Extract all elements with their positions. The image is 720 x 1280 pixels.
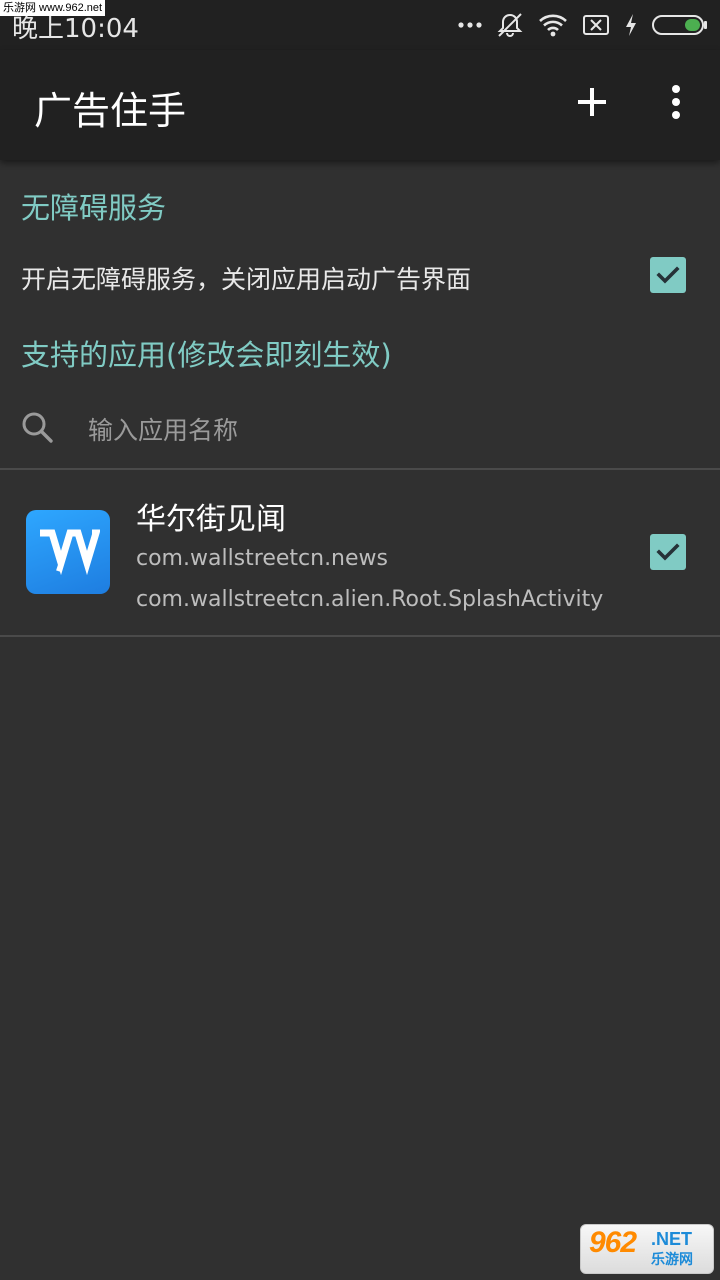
- check-icon: [656, 543, 680, 561]
- battery-icon: [652, 14, 708, 36]
- add-button[interactable]: [570, 80, 614, 124]
- silent-bell-icon: [496, 11, 524, 39]
- more-vert-icon: [672, 85, 680, 119]
- more-dots-icon: [458, 21, 482, 29]
- watermark-logo-number: 962: [589, 1226, 637, 1259]
- accessibility-toggle-row[interactable]: 开启无障碍服务，关闭应用启动广告界面: [0, 240, 720, 312]
- app-screen: 晚上10:04 乐游网 www.962.net 广告住手 无障碍服务 开启无障碍…: [0, 0, 720, 1280]
- supported-apps-section-header: 支持的应用(修改会即刻生效): [21, 338, 392, 372]
- status-icons: [458, 10, 708, 40]
- no-sim-icon: [582, 14, 610, 36]
- watermark-logo-suffix: .NET: [651, 1229, 693, 1249]
- overflow-menu-button[interactable]: [654, 80, 698, 124]
- watermark-text: 乐游网 www.962.net: [0, 0, 106, 16]
- app-search-input[interactable]: [88, 410, 648, 450]
- watermark-logo-text: 乐游网: [651, 1251, 693, 1267]
- app-bar: 广告住手: [0, 50, 720, 160]
- status-bar: 晚上10:04 乐游网 www.962.net: [0, 0, 720, 50]
- charging-bolt-icon: [624, 13, 638, 37]
- wallstreetcn-app-icon: [26, 510, 110, 594]
- accessibility-toggle-label: 开启无障碍服务，关闭应用启动广告界面: [21, 265, 472, 294]
- app-enabled-checkbox[interactable]: [650, 534, 686, 570]
- search-icon: [20, 410, 54, 448]
- app-title: 广告住手: [34, 89, 187, 133]
- search-row: [0, 392, 720, 468]
- app-splash-activity: com.wallstreetcn.alien.Root.SplashActivi…: [136, 587, 604, 612]
- watermark-logo: 962 .NET 乐游网: [580, 1224, 714, 1274]
- accessibility-section-header: 无障碍服务: [21, 191, 167, 225]
- app-name: 华尔街见闻: [136, 502, 286, 537]
- wifi-icon: [538, 13, 568, 37]
- app-list-item[interactable]: 华尔街见闻 com.wallstreetcn.news com.wallstre…: [0, 470, 720, 635]
- accessibility-checkbox[interactable]: [650, 257, 686, 293]
- add-icon: [578, 88, 606, 116]
- app-package-name: com.wallstreetcn.news: [136, 546, 388, 571]
- list-divider-bottom: [0, 635, 720, 637]
- check-icon: [656, 266, 680, 284]
